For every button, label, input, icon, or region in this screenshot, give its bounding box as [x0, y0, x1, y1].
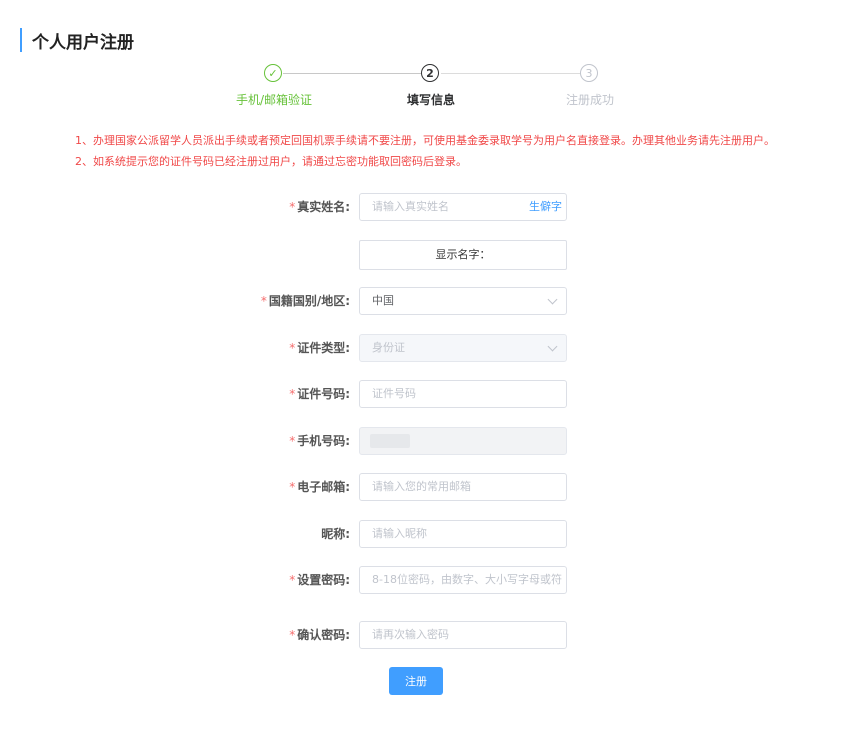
notice-item: 2、如系统提示您的证件号码已经注册过用户，请通过忘密功能取回密码后登录。 [75, 155, 467, 168]
email-label: * 电子邮箱: [289, 480, 350, 494]
step-label-verify: 手机/邮箱验证 [235, 93, 313, 107]
form-row-nationality: * 国籍国别/地区: 中国 [0, 287, 858, 315]
display-name-box: 显示名字： [359, 240, 567, 270]
form-row-phone: * 手机号码: [0, 427, 858, 455]
form-row-nickname: 昵称: 请输入昵称 [0, 520, 858, 548]
form-row-display-name: 显示名字： [0, 240, 858, 270]
confirm-password-input[interactable]: 请再次输入密码 [359, 621, 567, 649]
step-3-number-icon: 3 [580, 64, 598, 82]
id-type-value: 身份证 [372, 341, 405, 354]
confirm-password-label: * 确认密码: [289, 628, 350, 642]
form-row-real-name: * 真实姓名: 请输入真实姓名 生僻字 [0, 193, 858, 221]
id-number-label: * 证件号码: [289, 387, 350, 401]
form-row-id-type: * 证件类型: 身份证 [0, 334, 858, 362]
required-mark: * [289, 628, 296, 642]
notice-item: 1、办理国家公派留学人员派出手续或者预定回国机票手续请不要注册，可使用基金委录取… [75, 134, 775, 147]
required-mark: * [289, 573, 296, 587]
password-input[interactable]: 8-18位密码，由数字、大小写字母或符 [359, 566, 567, 594]
required-mark: * [260, 294, 267, 308]
required-mark: * [289, 200, 296, 214]
registration-steps: ✓ 2 3 手机/邮箱验证 填写信息 注册成功 [0, 64, 858, 114]
form-row-id-number: * 证件号码: 证件号码 [0, 380, 858, 408]
step-done-check-icon: ✓ [264, 64, 282, 82]
step-2-number-icon: 2 [421, 64, 439, 82]
step-label-success: 注册成功 [565, 93, 615, 107]
phone-input[interactable] [359, 427, 567, 455]
required-mark: * [289, 387, 296, 401]
nationality-select[interactable]: 中国 [359, 287, 567, 315]
password-label: * 设置密码: [289, 573, 350, 587]
notice-list: 1、办理国家公派留学人员派出手续或者预定回国机票手续请不要注册，可使用基金委录取… [75, 130, 845, 172]
id-type-select[interactable]: 身份证 [359, 334, 567, 362]
nickname-input[interactable]: 请输入昵称 [359, 520, 567, 548]
page-title: 个人用户注册 [32, 32, 134, 53]
step-label-fill-info: 填写信息 [406, 93, 456, 107]
chevron-down-icon [547, 341, 558, 352]
form-row-password: * 设置密码: 8-18位密码，由数字、大小写字母或符 [0, 566, 858, 594]
nationality-value: 中国 [372, 294, 394, 307]
required-mark: * [289, 434, 296, 448]
form-row-email: * 电子邮箱: 请输入您的常用邮箱 [0, 473, 858, 501]
register-button[interactable]: 注册 [389, 667, 443, 695]
chevron-down-icon [547, 294, 558, 305]
required-mark: * [289, 341, 296, 355]
id-type-label: * 证件类型: [289, 341, 350, 355]
phone-label: * 手机号码: [289, 434, 350, 448]
real-name-label: * 真实姓名: [289, 200, 350, 214]
form-row-confirm-password: * 确认密码: 请再次输入密码 [0, 621, 858, 649]
nationality-label: * 国籍国别/地区: [260, 294, 350, 308]
step-connector [283, 73, 421, 74]
redacted-phone-value [370, 434, 410, 448]
email-input[interactable]: 请输入您的常用邮箱 [359, 473, 567, 501]
step-connector [441, 73, 580, 74]
id-number-input[interactable]: 证件号码 [359, 380, 567, 408]
page-title-bar: 个人用户注册 [20, 28, 134, 53]
nickname-label: 昵称: [321, 527, 350, 541]
rare-character-link[interactable]: 生僻字 [529, 193, 562, 221]
required-mark: * [289, 480, 296, 494]
